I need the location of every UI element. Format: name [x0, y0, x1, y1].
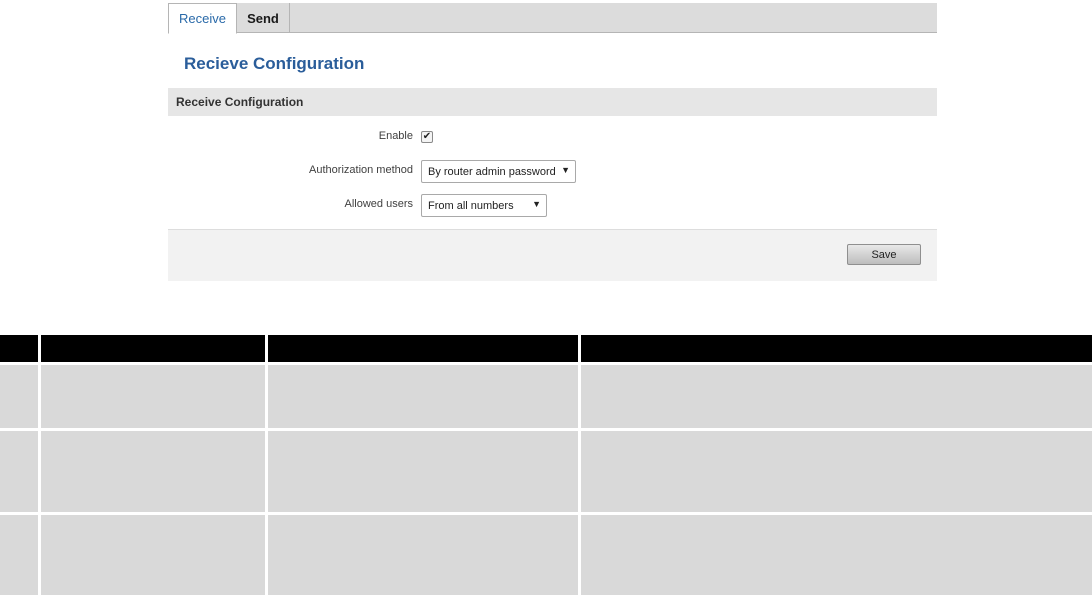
- auth-method-row: Authorization method By router admin pas…: [168, 159, 937, 183]
- dropdown-arrow-icon: ▼: [561, 165, 570, 175]
- table-header-cell: [0, 335, 41, 362]
- table-cell: [581, 431, 1092, 512]
- allowed-users-select[interactable]: From all numbers ▼: [421, 194, 547, 217]
- table-cell: [268, 515, 581, 595]
- auth-method-value: By router admin password: [428, 166, 556, 178]
- section-header: Receive Configuration: [168, 88, 937, 116]
- form-footer: Save: [168, 229, 937, 281]
- enable-label: Enable: [378, 130, 413, 142]
- table-header-row: [0, 335, 1092, 362]
- auth-method-label: Authorization method: [309, 164, 413, 176]
- table-cell: [0, 431, 41, 512]
- allowed-users-row: Allowed users From all numbers ▼: [168, 193, 937, 217]
- table-cell: [0, 365, 41, 428]
- table-row: [0, 428, 1092, 512]
- config-panel: Receive Send Recieve Configuration Recei…: [168, 3, 937, 281]
- table-header-cell: [268, 335, 581, 362]
- table-cell: [581, 515, 1092, 595]
- page-title: Recieve Configuration: [184, 54, 365, 73]
- table-row: [0, 512, 1092, 595]
- table-cell: [41, 365, 268, 428]
- tab-bar: Receive Send: [168, 3, 937, 34]
- save-button[interactable]: Save: [847, 244, 921, 265]
- table-cell: [268, 365, 581, 428]
- table-cell: [581, 365, 1092, 428]
- auth-method-select[interactable]: By router admin password ▼: [421, 160, 576, 183]
- table-cell: [41, 431, 268, 512]
- enable-checkbox[interactable]: ✔: [421, 131, 433, 143]
- table-header-cell: [581, 335, 1092, 362]
- dropdown-arrow-icon: ▼: [532, 199, 541, 209]
- table-row: [0, 362, 1092, 428]
- table-cell: [0, 515, 41, 595]
- table-cell: [268, 431, 581, 512]
- allowed-users-label: Allowed users: [344, 198, 413, 210]
- table-cell: [41, 515, 268, 595]
- tab-receive[interactable]: Receive: [168, 3, 237, 34]
- tab-send[interactable]: Send: [237, 3, 290, 33]
- table-header-cell: [41, 335, 268, 362]
- enable-row: Enable ✔: [168, 125, 937, 149]
- documentation-table: [0, 335, 1092, 595]
- allowed-users-value: From all numbers: [428, 200, 514, 212]
